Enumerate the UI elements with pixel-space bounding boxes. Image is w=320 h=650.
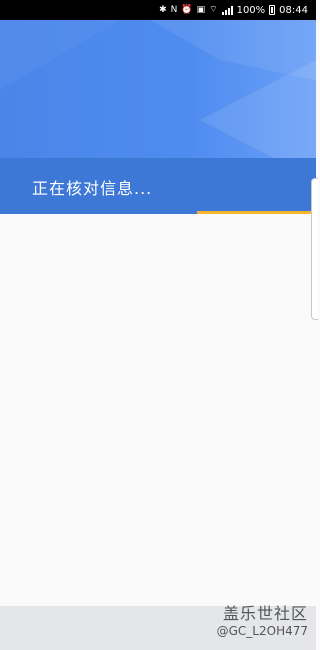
progress-fill [197,211,316,214]
alarm-icon: ⏰ [181,4,193,15]
watermark-user: @GC_L2OH477 [216,624,308,638]
battery-icon [269,5,276,15]
edge-panel-handle[interactable] [311,178,318,320]
clock: 08:44 [279,4,308,16]
signal-icon [221,5,233,15]
bluetooth-icon: ✱ [159,4,167,15]
status-text: 正在核对信息... [32,179,153,198]
nfc-icon: N [170,4,178,15]
vibrate-icon: ▣ [196,4,206,15]
battery-percent: 100% [236,4,266,16]
status-bar: ✱ N ⏰ ▣ ⌔ 100% 08:44 [0,0,316,20]
wifi-icon: ⌔ [209,4,218,15]
watermark-title: 盖乐世社区 [222,604,308,623]
